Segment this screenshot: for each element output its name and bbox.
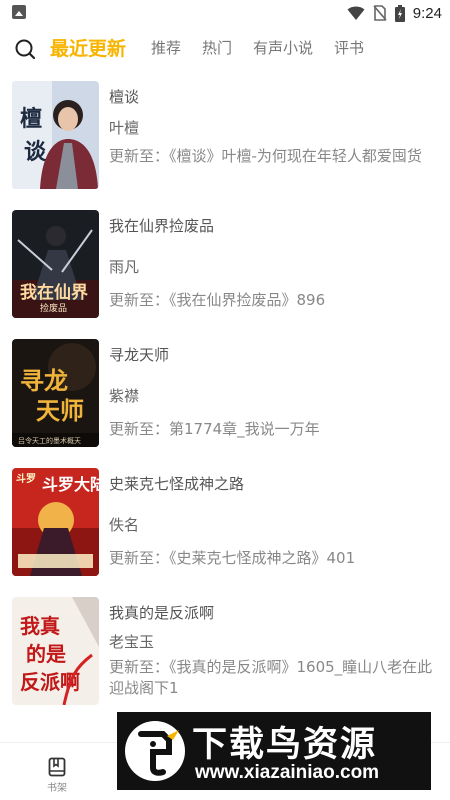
book-title: 我在仙界捡废品 <box>109 217 215 235</box>
book-cover[interactable]: 檀 谈 <box>12 81 99 189</box>
watermark-text: 下载鸟资源 <box>192 725 378 765</box>
svg-text:寻龙: 寻龙 <box>20 366 68 395</box>
book-cover[interactable]: 斗罗 斗罗大陆 <box>12 468 99 576</box>
svg-text:檀: 檀 <box>20 106 42 132</box>
tab-hot[interactable]: 热门 <box>202 37 232 58</box>
book-item[interactable]: 檀 谈 檀谈 叶檀 更新至：《檀谈》叶檀-为何现在年轻人都爱囤货 <box>0 81 450 201</box>
tab-storytelling[interactable]: 评书 <box>334 37 364 58</box>
tab-recent-updates[interactable]: 最近更新 <box>50 34 126 61</box>
bookshelf-icon <box>48 757 66 777</box>
book-update: 更新至：《檀谈》叶檀-为何现在年轻人都爱囤货 <box>109 147 422 165</box>
book-update: 更新至：《我在仙界捡废品》896 <box>109 291 326 309</box>
search-icon[interactable] <box>14 38 36 60</box>
book-title: 史莱克七怪成神之路 <box>109 475 245 493</box>
bottom-nav-label: 书架 <box>47 783 67 794</box>
svg-text:斗罗大陆: 斗罗大陆 <box>42 475 99 494</box>
book-item[interactable]: 我在仙界 捡废品 我在仙界捡废品 雨凡 更新至：《我在仙界捡废品》896 <box>0 210 450 330</box>
book-item[interactable]: 斗罗 斗罗大陆 史莱克七怪成神之路 佚名 更新至：《史莱克七怪成神之路》401 <box>0 468 450 588</box>
watermark-banner: 下载鸟资源 www.xiazainiao.com <box>117 712 431 790</box>
svg-text:谈: 谈 <box>24 139 47 165</box>
book-author: 佚名 <box>109 516 140 534</box>
book-cover[interactable]: 寻龙 天师 吕令天工的墨术概天 <box>12 339 99 447</box>
book-title: 寻龙天师 <box>109 346 170 364</box>
book-title: 檀谈 <box>109 88 140 106</box>
wifi-icon <box>347 6 365 20</box>
top-nav: 最近更新 推荐 热门 有声小说 评书 <box>0 28 450 68</box>
book-cover[interactable]: 我真 的是 反派啊 <box>12 597 99 705</box>
gallery-notification-icon <box>12 5 26 19</box>
svg-text:斗罗: 斗罗 <box>16 473 36 485</box>
svg-text:我真: 我真 <box>20 614 60 638</box>
svg-text:的是: 的是 <box>26 642 66 666</box>
book-update: 更新至：第1774章_我说一万年 <box>109 420 320 438</box>
book-author: 紫襟 <box>109 387 140 405</box>
tab-recommend[interactable]: 推荐 <box>151 37 181 58</box>
book-author: 老宝玉 <box>109 633 155 651</box>
book-cover[interactable]: 我在仙界 捡废品 <box>12 210 99 318</box>
status-bar: 9:24 <box>0 0 450 26</box>
watermark-url: www.xiazainiao.com <box>195 762 380 783</box>
book-title: 我真的是反派啊 <box>109 604 215 622</box>
bottom-nav-bookshelf[interactable]: 书架 <box>27 757 87 794</box>
book-item[interactable]: 寻龙 天师 吕令天工的墨术概天 寻龙天师 紫襟 更新至：第1774章_我说一万年 <box>0 339 450 459</box>
book-author: 雨凡 <box>109 258 140 276</box>
status-time: 9:24 <box>412 4 442 22</box>
tab-audio-novels[interactable]: 有声小说 <box>253 37 313 58</box>
svg-text:天师: 天师 <box>36 396 84 425</box>
book-author: 叶檀 <box>109 119 140 137</box>
book-update: 更新至：《我真的是反派啊》1605_瞳山八老在此迎战阁下1 <box>109 658 433 697</box>
svg-text:捡废品: 捡废品 <box>40 302 67 314</box>
svg-text:吕令天工的墨术概天: 吕令天工的墨术概天 <box>18 436 81 445</box>
battery-icon <box>394 4 405 22</box>
book-item[interactable]: 我真 的是 反派啊 我真的是反派啊 老宝玉 更新至：《我真的是反派啊》1605_… <box>0 597 450 717</box>
book-update: 更新至：《史莱克七怪成神之路》401 <box>109 549 356 567</box>
no-sim-icon <box>373 5 387 21</box>
bird-logo-icon <box>125 721 185 781</box>
svg-text:我在仙界: 我在仙界 <box>20 282 88 303</box>
